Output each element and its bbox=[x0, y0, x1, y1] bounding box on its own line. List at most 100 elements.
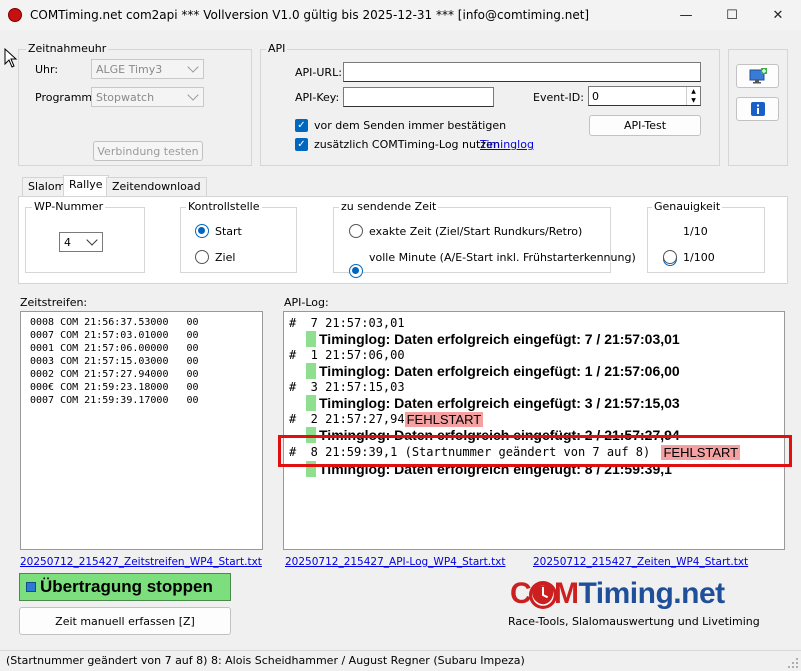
log-entry: # 7 21:57:03,01 bbox=[289, 315, 405, 331]
minimize-button[interactable]: — bbox=[663, 2, 709, 28]
uhr-select[interactable]: ALGE Timy3 bbox=[91, 59, 204, 79]
log-entry-text: # 7 21:57:03,01 bbox=[289, 316, 405, 330]
api-key-input[interactable] bbox=[343, 87, 494, 107]
log-entry-text: # 2 21:57:27,94 bbox=[289, 412, 405, 426]
brand-name-rest: Timing.net bbox=[578, 577, 726, 610]
api-url-label: API-URL: bbox=[295, 66, 342, 79]
log-entry: # 3 21:57:15,03 bbox=[289, 379, 405, 395]
zeitnahmeuhr-title: Zeitnahmeuhr bbox=[26, 42, 109, 55]
uhr-select-value: ALGE Timy3 bbox=[96, 62, 163, 76]
radio-1-100[interactable] bbox=[663, 250, 677, 264]
kontrollstelle-group bbox=[180, 207, 297, 273]
wp-select-value: 4 bbox=[64, 235, 71, 249]
programm-select[interactable]: Stopwatch bbox=[91, 87, 204, 107]
stop-icon bbox=[26, 582, 36, 592]
wp-select[interactable]: 4 bbox=[59, 232, 103, 252]
zeitstreifen-row[interactable]: 0002 COM 21:57:27.94000 00 bbox=[30, 369, 199, 380]
radio-volle-minute-label: volle Minute (A/E-Start inkl. Frühstarte… bbox=[369, 251, 636, 264]
zeitstreifen-label: Zeitstreifen: bbox=[20, 296, 88, 309]
chevron-down-icon bbox=[86, 234, 98, 246]
log-entry-text: # 3 21:57:15,03 bbox=[289, 380, 405, 394]
log-entry: # 2 21:57:27,94 FEHLSTART bbox=[289, 411, 484, 427]
log-result-text: Timinglog: Daten erfolgreich eingefügt: … bbox=[319, 395, 680, 411]
radio-start[interactable] bbox=[195, 224, 209, 238]
info-button[interactable] bbox=[736, 97, 779, 121]
log-result-text: Timinglog: Daten erfolgreich eingefügt: … bbox=[319, 331, 680, 347]
verbindung-testen-button[interactable]: Verbindung testen bbox=[93, 141, 203, 161]
status-ok-indicator bbox=[306, 363, 316, 379]
zeiten-file-link[interactable]: 20250712_215427_Zeiten_WP4_Start.txt bbox=[533, 556, 748, 568]
api-log-label: API-Log: bbox=[284, 296, 329, 309]
confirm-checkbox[interactable]: ✓ bbox=[295, 119, 308, 132]
spinner-up-icon[interactable]: ▲ bbox=[687, 87, 700, 96]
api-log-file-link[interactable]: 20250712_215427_API-Log_WP4_Start.txt bbox=[285, 556, 506, 568]
zeitstreifen-row[interactable]: 0007 COM 21:59:39.17000 00 bbox=[30, 395, 199, 406]
tab-rallye[interactable]: Rallye bbox=[63, 175, 109, 196]
status-bar-text: (Startnummer geändert von 7 auf 8) 8: Al… bbox=[6, 654, 525, 667]
radio-1-100-label: 1/100 bbox=[683, 251, 715, 264]
radio-exakte-zeit-label: exakte Zeit (Ziel/Start Rundkurs/Retro) bbox=[369, 225, 583, 238]
app-icon bbox=[8, 8, 22, 22]
zeit-title: zu sendende Zeit bbox=[339, 200, 439, 213]
tab-zeitendownload[interactable]: Zeitendownload bbox=[106, 177, 207, 196]
close-button[interactable]: ✕ bbox=[755, 2, 801, 28]
event-id-label: Event-ID: bbox=[533, 91, 584, 104]
log-entry: # 1 21:57:06,00 bbox=[289, 347, 405, 363]
timinglog-checkbox[interactable]: ✓ bbox=[295, 138, 308, 151]
brand-tagline: Race-Tools, Slalomauswertung und Livetim… bbox=[508, 615, 760, 628]
event-id-spinner[interactable]: 0 ▲ ▼ bbox=[588, 86, 701, 106]
highlight-box bbox=[278, 435, 792, 467]
info-icon bbox=[750, 102, 765, 116]
api-key-label: API-Key: bbox=[295, 91, 340, 104]
zeitstreifen-row[interactable]: 0001 COM 21:57:06.00000 00 bbox=[30, 343, 199, 354]
programm-label: Programm: bbox=[35, 91, 96, 104]
wp-title: WP-Nummer bbox=[32, 200, 106, 213]
programm-select-value: Stopwatch bbox=[96, 90, 155, 104]
brand-name: COMTiming.net bbox=[510, 577, 725, 611]
zeitstreifen-row[interactable]: 0008 COM 21:56:37.53000 00 bbox=[30, 317, 199, 328]
log-result: Timinglog: Daten erfolgreich eingefügt: … bbox=[289, 395, 680, 411]
zeitstreifen-row[interactable]: 000€ COM 21:59:23.18000 00 bbox=[30, 382, 199, 393]
radio-start-label: Start bbox=[215, 225, 242, 238]
chevron-down-icon bbox=[187, 89, 199, 101]
api-url-input[interactable] bbox=[343, 62, 701, 82]
spinner-arrows[interactable]: ▲ ▼ bbox=[686, 87, 700, 105]
brand-name-com: COM bbox=[510, 577, 579, 610]
zeitstreifen-row[interactable]: 0007 COM 21:57:03.01000 00 bbox=[30, 330, 199, 341]
resize-grip-icon[interactable] bbox=[787, 657, 799, 669]
zeitstreifen-file-link[interactable]: 20250712_215427_Zeitstreifen_WP4_Start.t… bbox=[20, 556, 262, 568]
timinglog-link[interactable]: Timinglog bbox=[480, 138, 534, 151]
radio-1-10-label: 1/10 bbox=[683, 225, 708, 238]
log-result: Timinglog: Daten erfolgreich eingefügt: … bbox=[289, 363, 680, 379]
api-test-button[interactable]: API-Test bbox=[589, 115, 701, 136]
radio-ziel[interactable] bbox=[195, 250, 209, 264]
mouse-cursor-icon bbox=[4, 48, 18, 68]
stop-transfer-label: Übertragung stoppen bbox=[40, 577, 213, 596]
radio-volle-minute[interactable] bbox=[349, 264, 363, 278]
spinner-down-icon[interactable]: ▼ bbox=[687, 96, 700, 105]
zeitstreifen-row[interactable]: 0003 COM 21:57:15.03000 00 bbox=[30, 356, 199, 367]
monitor-plus-button[interactable] bbox=[736, 64, 779, 88]
zeitstreifen-list[interactable]: 0008 COM 21:56:37.53000 00 0007 COM 21:5… bbox=[20, 311, 263, 550]
api-log-list[interactable]: # 7 21:57:03,01 Timinglog: Daten erfolgr… bbox=[283, 311, 785, 550]
monitor-plus-icon bbox=[749, 68, 767, 84]
api-title: API bbox=[266, 42, 288, 55]
uhr-label: Uhr: bbox=[35, 63, 59, 76]
timinglog-label: zusätzlich COMTiming-Log nutzen bbox=[314, 138, 500, 151]
genauigkeit-title: Genauigkeit bbox=[652, 200, 723, 213]
confirm-label: vor dem Senden immer bestätigen bbox=[314, 119, 507, 132]
status-ok-indicator bbox=[306, 331, 316, 347]
stop-transfer-button[interactable]: Übertragung stoppen bbox=[19, 573, 231, 601]
radio-ziel-label: Ziel bbox=[215, 251, 236, 264]
fehlstart-badge: FEHLSTART bbox=[404, 411, 484, 427]
event-id-value: 0 bbox=[592, 89, 599, 103]
chevron-down-icon bbox=[187, 61, 199, 73]
status-ok-indicator bbox=[306, 395, 316, 411]
window-title: COMTiming.net com2api *** Vollversion V1… bbox=[30, 8, 590, 22]
manual-time-button[interactable]: Zeit manuell erfassen [Z] bbox=[19, 607, 231, 635]
log-result-text: Timinglog: Daten erfolgreich eingefügt: … bbox=[319, 363, 680, 379]
maximize-button[interactable]: ☐ bbox=[709, 2, 755, 28]
radio-exakte-zeit[interactable] bbox=[349, 224, 363, 238]
kontrollstelle-title: Kontrollstelle bbox=[186, 200, 262, 213]
log-result: Timinglog: Daten erfolgreich eingefügt: … bbox=[289, 331, 680, 347]
